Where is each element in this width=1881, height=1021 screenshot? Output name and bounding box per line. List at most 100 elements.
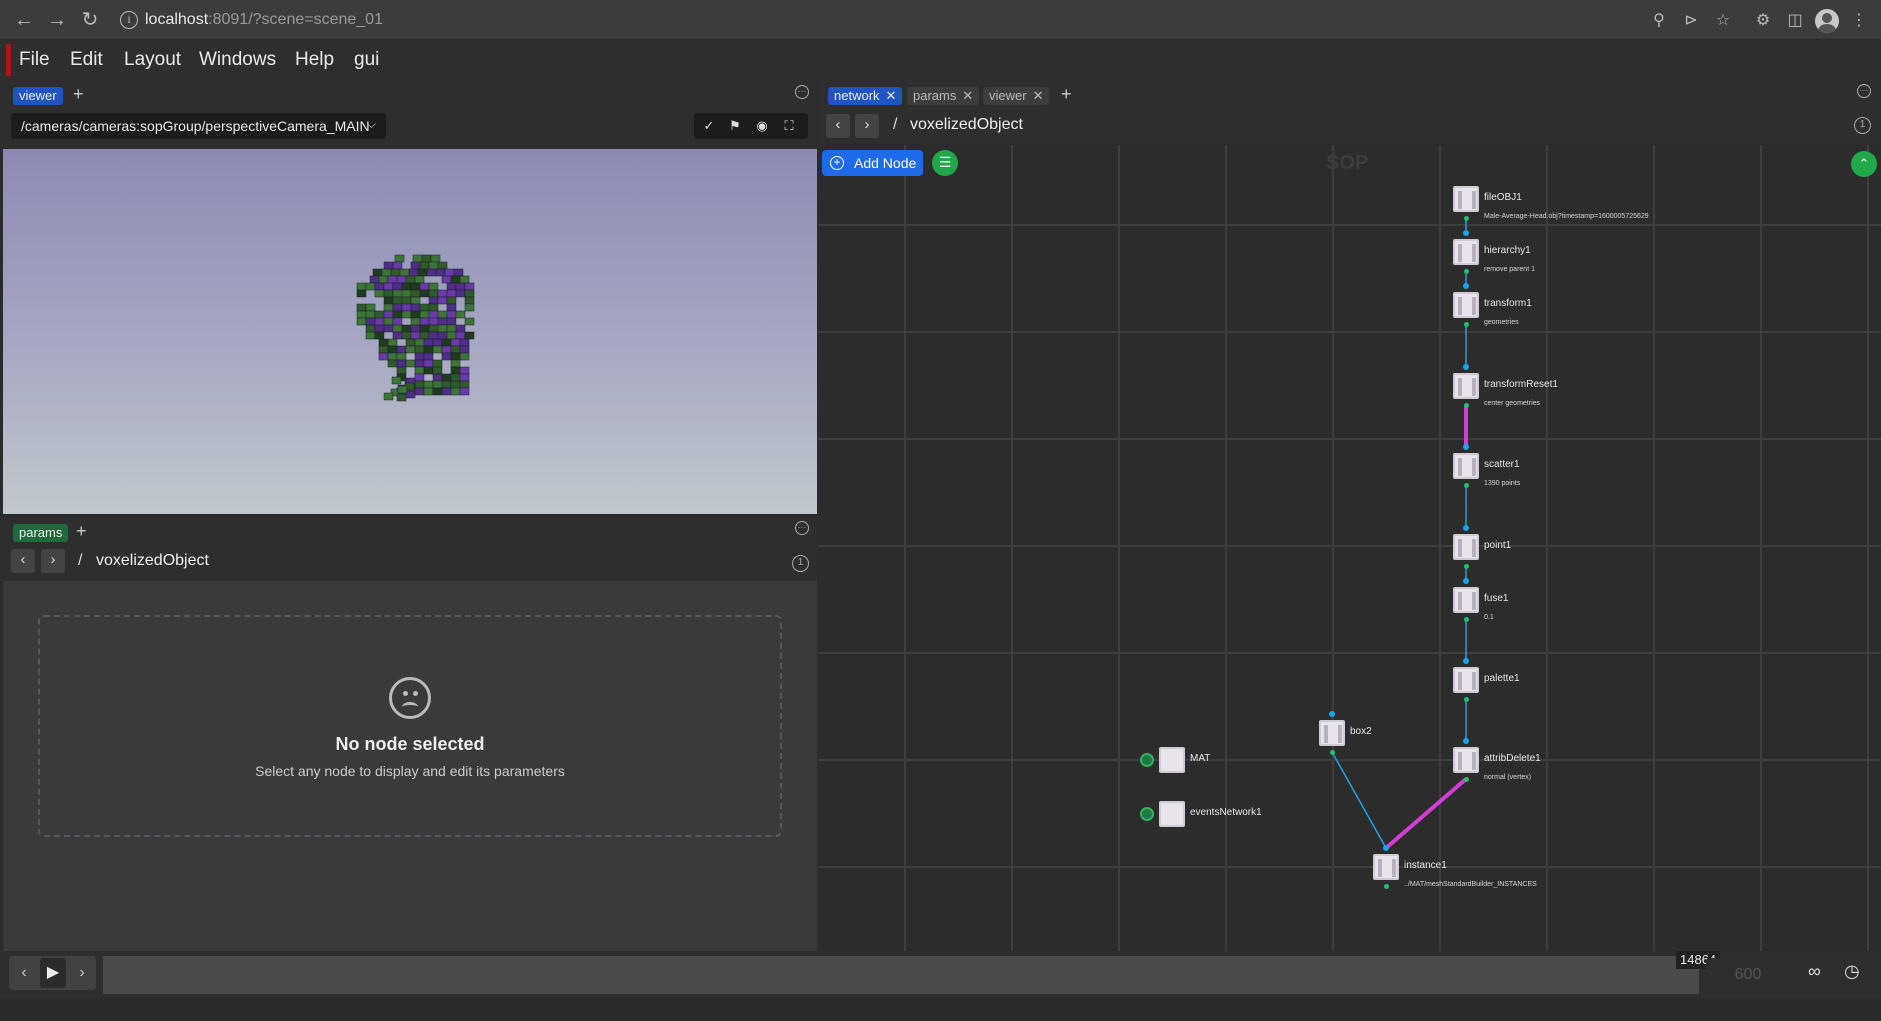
- node-output-port[interactable]: [1464, 697, 1469, 702]
- node-label: transform1: [1484, 298, 1532, 309]
- node-output-port[interactable]: [1464, 483, 1469, 488]
- close-icon[interactable]: ✕: [962, 88, 973, 103]
- node-input-port[interactable]: [1463, 578, 1469, 584]
- forward-arrow-icon[interactable]: →: [46, 10, 68, 32]
- 3d-viewport[interactable]: [3, 149, 817, 514]
- tab-viewer-network[interactable]: viewer ✕: [983, 87, 1050, 105]
- node-flag-strip: [1458, 592, 1462, 610]
- network-path[interactable]: voxelizedObject: [910, 116, 1023, 134]
- back-arrow-icon[interactable]: ←: [13, 10, 35, 32]
- network-editor[interactable]: [818, 145, 1881, 951]
- node-flag-strip: [1472, 297, 1476, 315]
- end-frame-input[interactable]: 600: [1706, 958, 1790, 992]
- menu-help[interactable]: Help: [295, 49, 334, 71]
- close-icon[interactable]: ✕: [1033, 88, 1044, 103]
- params-path[interactable]: voxelizedObject: [96, 552, 209, 570]
- previous-frame-button[interactable]: ‹: [13, 956, 35, 990]
- node-input-port[interactable]: [1463, 658, 1469, 664]
- node-list-button[interactable]: ☰: [932, 150, 958, 176]
- playback-controls: ‹ ▶ ›: [9, 956, 96, 990]
- camera-snapshot-icon[interactable]: ◉: [753, 117, 771, 135]
- node-flag-strip: [1472, 244, 1476, 262]
- network-node-palette1[interactable]: [1453, 667, 1479, 693]
- close-icon[interactable]: ✕: [886, 88, 897, 103]
- share-icon[interactable]: ⊳: [1680, 10, 1702, 32]
- flag-icon[interactable]: ⚑: [726, 117, 744, 135]
- add-tab-icon[interactable]: +: [76, 521, 87, 542]
- node-input-port[interactable]: [1463, 230, 1469, 236]
- node-output-port[interactable]: [1464, 617, 1469, 622]
- loop-infinity-icon[interactable]: ∞: [1808, 961, 1821, 982]
- side-panel-icon[interactable]: ◫: [1784, 10, 1806, 32]
- timeline-track[interactable]: [103, 956, 1699, 994]
- add-tab-icon[interactable]: +: [73, 84, 84, 105]
- fullscreen-icon[interactable]: ⛶: [780, 117, 798, 135]
- network-node-hierarchy1[interactable]: [1453, 239, 1479, 265]
- tab-network[interactable]: network ✕: [828, 87, 903, 105]
- forward-button[interactable]: ›: [41, 549, 65, 573]
- node-output-port[interactable]: [1464, 322, 1469, 327]
- forward-button[interactable]: ›: [855, 114, 879, 138]
- back-button[interactable]: ‹: [826, 114, 850, 138]
- panel-options-icon[interactable]: ···: [1857, 84, 1871, 98]
- network-node-fileOBJ1[interactable]: [1453, 186, 1479, 212]
- site-info-icon[interactable]: i: [120, 11, 138, 29]
- network-node-point1[interactable]: [1453, 534, 1479, 560]
- menu-gui[interactable]: gui: [354, 49, 379, 71]
- panel-options-icon[interactable]: ···: [795, 521, 809, 535]
- collapse-panel-button[interactable]: ⌃: [1851, 151, 1877, 177]
- node-flag-strip: [1338, 725, 1342, 743]
- more-menu-icon[interactable]: ⋮: [1848, 10, 1870, 32]
- menu-layout[interactable]: Layout: [124, 49, 181, 71]
- node-display-flag-icon[interactable]: [1140, 753, 1154, 767]
- tab-viewer[interactable]: viewer: [13, 87, 63, 105]
- node-output-port[interactable]: [1384, 884, 1389, 889]
- profile-avatar-icon[interactable]: [1815, 9, 1839, 33]
- node-input-port[interactable]: [1463, 738, 1469, 744]
- node-input-port[interactable]: [1463, 283, 1469, 289]
- menu-edit[interactable]: Edit: [70, 49, 103, 71]
- menu-file[interactable]: File: [19, 49, 50, 71]
- zoom-icon[interactable]: ⚲: [1648, 10, 1670, 32]
- node-input-port[interactable]: [1383, 845, 1389, 851]
- node-output-port[interactable]: [1464, 216, 1469, 221]
- tab-params[interactable]: params: [13, 524, 69, 542]
- tab-params-network[interactable]: params ✕: [907, 87, 980, 105]
- node-output-port[interactable]: [1464, 564, 1469, 569]
- node-display-flag-icon[interactable]: [1140, 807, 1154, 821]
- camera-select[interactable]: /cameras/cameras:sopGroup/perspectiveCam…: [11, 113, 386, 139]
- extensions-icon[interactable]: ⚙: [1752, 10, 1774, 32]
- node-input-port[interactable]: [1463, 364, 1469, 370]
- node-input-port[interactable]: [1463, 444, 1469, 450]
- clock-icon[interactable]: ◷: [1844, 961, 1860, 982]
- address-bar[interactable]: localhost:8091/?scene=scene_01: [145, 11, 383, 29]
- node-input-port[interactable]: [1329, 711, 1335, 717]
- bookmark-star-icon[interactable]: ☆: [1712, 10, 1734, 32]
- reload-icon[interactable]: ↻: [79, 10, 101, 32]
- network-node-instance1[interactable]: [1373, 854, 1399, 880]
- network-node-box2[interactable]: [1319, 720, 1345, 746]
- panel-options-icon[interactable]: ···: [795, 85, 809, 99]
- back-button[interactable]: ‹: [11, 549, 35, 573]
- add-tab-icon[interactable]: +: [1061, 84, 1072, 105]
- menu-windows[interactable]: Windows: [199, 49, 276, 71]
- network-node-fuse1[interactable]: [1453, 587, 1479, 613]
- network-node-MAT[interactable]: [1159, 747, 1185, 773]
- node-output-port[interactable]: [1464, 403, 1469, 408]
- node-input-port[interactable]: [1463, 525, 1469, 531]
- add-node-button[interactable]: + Add Node: [822, 150, 923, 176]
- next-frame-button[interactable]: ›: [71, 956, 93, 990]
- chevron-down-icon: ⌵: [366, 117, 376, 131]
- network-node-scatter1[interactable]: [1453, 453, 1479, 479]
- node-sublabel: remove parent 1: [1484, 266, 1535, 273]
- check-icon[interactable]: ✓: [700, 117, 718, 135]
- node-output-port[interactable]: [1464, 269, 1469, 274]
- network-node-transform1[interactable]: [1453, 292, 1479, 318]
- network-node-eventsNetwork1[interactable]: [1159, 801, 1185, 827]
- node-output-port[interactable]: [1330, 750, 1335, 755]
- network-node-attribDelete1[interactable]: [1453, 747, 1479, 773]
- node-flag-strip: [1472, 378, 1476, 396]
- node-output-port[interactable]: [1464, 777, 1469, 782]
- network-node-transformReset1[interactable]: [1453, 373, 1479, 399]
- play-button[interactable]: ▶: [40, 958, 66, 988]
